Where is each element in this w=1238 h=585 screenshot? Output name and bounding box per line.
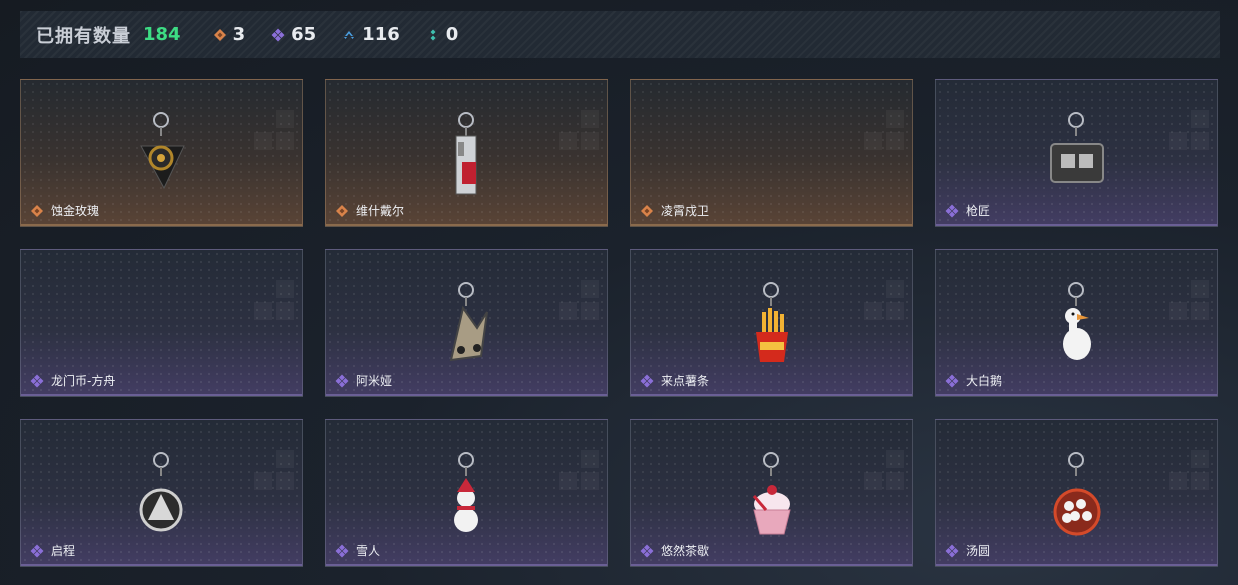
purple-rarity-icon <box>30 544 44 558</box>
card-decoration <box>559 280 599 332</box>
stat-blue: 116 <box>342 24 400 45</box>
purple-diamond-icon <box>271 28 285 41</box>
bowl-keychain-icon <box>1053 452 1101 536</box>
card-decoration <box>864 110 904 162</box>
purple-rarity-icon <box>640 374 654 388</box>
stat-orange-value: 3 <box>232 24 246 45</box>
item-card[interactable]: 凌霄戍卫 <box>630 79 913 227</box>
card-decoration <box>864 280 904 332</box>
teal-dots-icon <box>430 29 436 40</box>
item-card[interactable]: 枪匠 <box>935 79 1218 227</box>
purple-rarity-icon <box>640 544 654 558</box>
item-name: 大白鹅 <box>966 374 1003 388</box>
card-decoration <box>254 110 294 162</box>
item-name: 悠然茶歇 <box>661 544 710 558</box>
card-decoration <box>559 450 599 502</box>
purple-rarity-icon <box>335 544 349 558</box>
purple-rarity-icon <box>335 374 349 388</box>
item-card[interactable]: 龙门币-方舟 <box>20 249 303 397</box>
item-name: 龙门币-方舟 <box>51 374 116 388</box>
item-name: 雪人 <box>356 544 381 558</box>
item-name: 枪匠 <box>966 204 991 218</box>
item-name: 蚀金玫瑰 <box>51 204 100 218</box>
item-name: 来点薯条 <box>661 374 710 388</box>
rose-keychain-icon <box>140 112 185 190</box>
item-card[interactable]: 蚀金玫瑰 <box>20 79 303 227</box>
stat-teal: 0 <box>426 24 459 45</box>
blue-chevron-icon <box>344 30 355 39</box>
fries-keychain-icon <box>756 282 788 362</box>
owned-count: 184 <box>143 24 181 45</box>
stat-orange: 3 <box>213 24 246 45</box>
cupcake-keychain-icon <box>752 452 791 535</box>
item-name: 凌霄戍卫 <box>661 204 710 218</box>
item-name: 阿米娅 <box>356 374 393 388</box>
owned-label: 已拥有数量 <box>36 25 131 47</box>
item-card[interactable]: 汤圆 <box>935 419 1218 567</box>
item-card[interactable]: 维什戴尔 <box>325 79 608 227</box>
case-keychain-icon <box>1050 112 1104 183</box>
stat-purple-value: 65 <box>291 24 317 45</box>
orange-diamond-icon <box>213 28 226 41</box>
ears-keychain-icon <box>449 282 488 362</box>
stat-teal-value: 0 <box>445 24 459 45</box>
orange-rarity-icon <box>336 205 348 217</box>
purple-rarity-icon <box>945 544 959 558</box>
item-card[interactable]: 大白鹅 <box>935 249 1218 397</box>
goose-keychain-icon <box>1063 282 1091 360</box>
item-card[interactable]: 雪人 <box>325 419 608 567</box>
item-name: 启程 <box>51 544 76 558</box>
item-card[interactable]: 阿米娅 <box>325 249 608 397</box>
card-keychain-icon <box>455 112 477 195</box>
card-decoration <box>254 280 294 332</box>
item-card[interactable]: 启程 <box>20 419 303 567</box>
snowman-keychain-icon <box>454 452 478 532</box>
stat-blue-value: 116 <box>362 24 400 45</box>
item-name: 汤圆 <box>966 544 991 558</box>
card-decoration <box>559 110 599 162</box>
medal-keychain-icon <box>139 452 183 532</box>
item-card[interactable]: 来点薯条 <box>630 249 913 397</box>
card-decoration <box>1169 110 1209 162</box>
item-card[interactable]: 悠然茶歇 <box>630 419 913 567</box>
orange-rarity-icon <box>641 205 653 217</box>
collection-header: 已拥有数量 184 3 65 116 0 <box>20 11 1220 58</box>
card-decoration <box>1169 450 1209 502</box>
item-name: 维什戴尔 <box>356 204 405 218</box>
card-decoration <box>864 450 904 502</box>
purple-rarity-icon <box>30 374 44 388</box>
orange-rarity-icon <box>31 205 43 217</box>
purple-rarity-icon <box>945 374 959 388</box>
card-decoration <box>1169 280 1209 332</box>
card-decoration <box>254 450 294 502</box>
purple-rarity-icon <box>945 204 959 218</box>
stat-purple: 65 <box>271 24 316 45</box>
